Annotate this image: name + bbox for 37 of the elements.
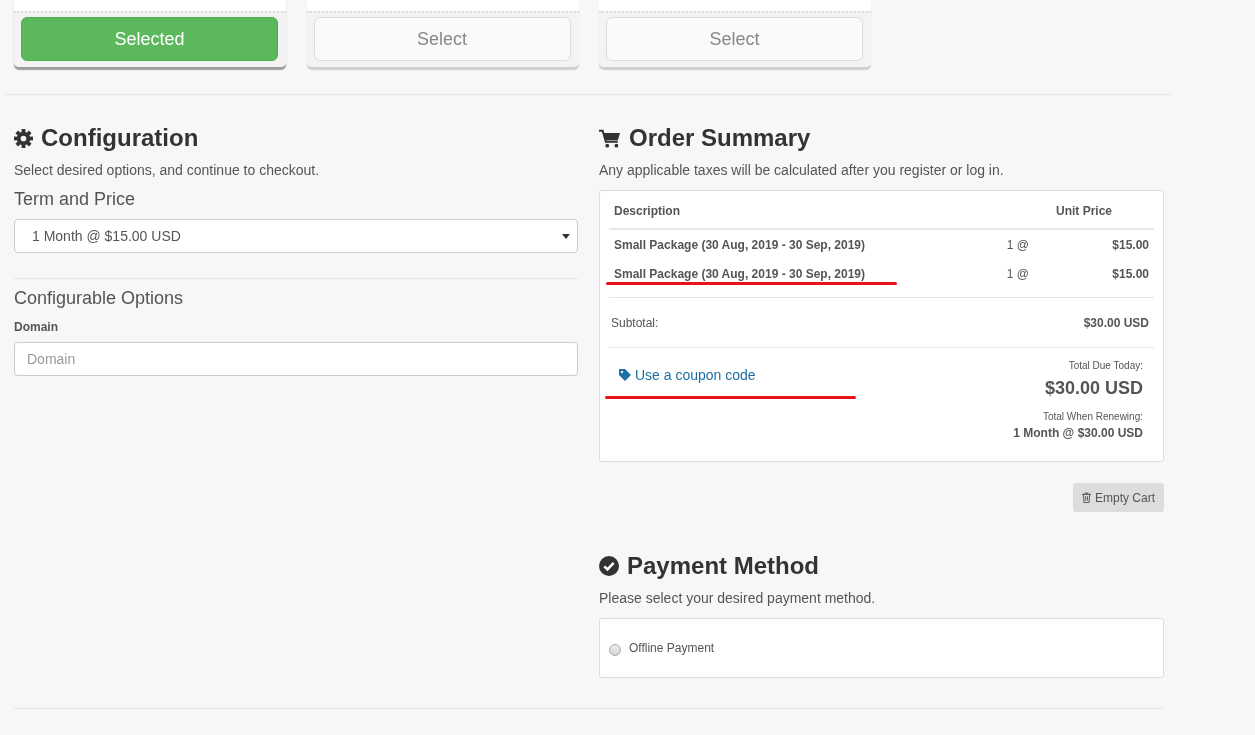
section-subtitle: Please select your desired payment method. — [599, 589, 877, 608]
section-subtitle: Select desired options, and continue to checkout. — [14, 161, 321, 180]
column-header: Unit Price — [1055, 203, 1113, 219]
field-label: Term and Price — [14, 188, 137, 210]
section-title: Payment Method — [627, 551, 820, 581]
renewal-value: 1 Month @ $30.00 USD — [1013, 425, 1143, 441]
section-title: Configuration — [41, 123, 199, 153]
item-price: $15.00 — [1111, 236, 1150, 253]
item-description: Small Package (30 Aug, 2019 - 30 Sep, 2019) — [613, 236, 867, 253]
radio-button[interactable] — [609, 643, 621, 656]
subsection-title: Configurable Options — [14, 287, 185, 309]
section-subtitle: Any applicable taxes will be calculated after you register or log in. — [599, 161, 1005, 180]
empty-cart-button[interactable]: Empty Cart — [1073, 483, 1164, 512]
section-title: Order Summary — [629, 123, 811, 153]
coupon-link[interactable]: Use a coupon code — [619, 366, 756, 384]
item-quantity: 1 @ — [1005, 236, 1029, 253]
renewal-label: Total When Renewing: — [1041, 411, 1143, 423]
item-description: Small Package (30 Aug, 2019 - 30 Sep, 2019) — [613, 265, 867, 282]
gear-icon — [14, 128, 33, 148]
total-due-value: $30.00 USD — [1043, 377, 1143, 399]
column-header: Description — [613, 203, 681, 219]
total-due-label: Total Due Today: — [1067, 360, 1143, 372]
caret-icon — [562, 233, 570, 239]
field-label: Domain — [14, 319, 59, 335]
cart-icon — [599, 128, 621, 148]
payment-option-label[interactable]: Offline Payment — [629, 640, 715, 656]
tag-icon — [619, 369, 631, 381]
check-circle-icon — [599, 556, 619, 576]
subtotal-label: Subtotal: — [611, 315, 659, 330]
term-select[interactable]: 1 Month @ $15.00 USD — [14, 219, 578, 253]
item-quantity: 1 @ — [1005, 265, 1029, 282]
item-price: $15.00 — [1111, 265, 1150, 282]
trash-icon — [1082, 492, 1091, 503]
plan-select-button[interactable]: Select — [606, 17, 863, 61]
subtotal-value: $30.00 USD — [1083, 315, 1149, 330]
plan-select-button[interactable]: Select — [313, 17, 571, 61]
domain-input-field[interactable]: Domain — [14, 342, 578, 376]
